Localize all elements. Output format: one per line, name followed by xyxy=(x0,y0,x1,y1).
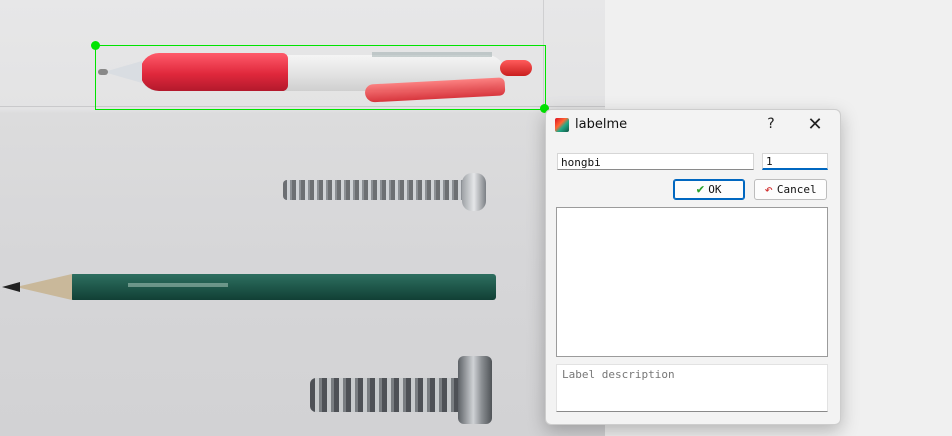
labelme-app-icon xyxy=(555,118,569,132)
label-description-input[interactable]: Label description xyxy=(556,364,828,412)
cancel-button[interactable]: ↶ Cancel xyxy=(754,179,827,200)
cancel-button-label: Cancel xyxy=(776,183,817,196)
ok-button[interactable]: ✔ OK xyxy=(673,179,745,200)
close-button[interactable]: ✕ xyxy=(806,114,824,135)
label-name-input[interactable]: hongbi xyxy=(557,153,754,170)
undo-arrow-icon: ↶ xyxy=(764,181,773,198)
image-canvas[interactable] xyxy=(0,0,605,436)
dialog-title: labelme xyxy=(575,117,628,132)
help-button[interactable]: ? xyxy=(764,116,778,132)
group-id-input[interactable]: 1 xyxy=(762,153,828,170)
dialog-titlebar[interactable]: labelme ? ✕ xyxy=(546,110,840,142)
label-list[interactable] xyxy=(556,207,828,357)
checkmark-icon: ✔ xyxy=(696,182,705,197)
rectangle-handle-top-left[interactable] xyxy=(91,41,100,50)
label-description-placeholder: Label description xyxy=(562,368,675,381)
annotation-rectangle[interactable] xyxy=(95,45,546,110)
label-dialog: labelme ? ✕ hongbi 1 ✔ OK ↶ Cancel Label… xyxy=(545,109,841,425)
ok-button-label: OK xyxy=(708,183,722,196)
